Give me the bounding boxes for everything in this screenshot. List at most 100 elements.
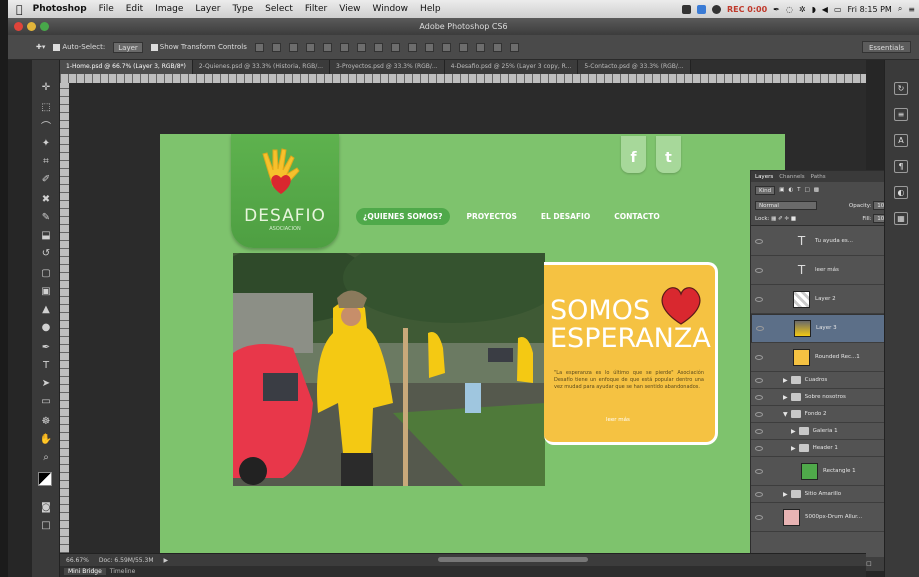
visibility-eye-icon[interactable]: [755, 377, 763, 383]
menu-help[interactable]: Help: [420, 4, 441, 14]
expand-arrow-icon[interactable]: ▶: [791, 428, 796, 435]
distribute-right-icon[interactable]: [441, 42, 451, 52]
properties-panel-icon[interactable]: ≡: [894, 108, 908, 121]
eraser-tool-icon[interactable]: ▢: [38, 266, 54, 280]
3d-tool-icon[interactable]: ☸: [38, 414, 54, 428]
shape-tool-icon[interactable]: ▭: [38, 394, 54, 408]
website-artboard[interactable]: DESAFIO ASOCIACION f t ¿QUIENES SOMOS? P…: [160, 134, 785, 556]
visibility-eye-icon[interactable]: [755, 514, 763, 520]
menu-image[interactable]: Image: [155, 4, 183, 14]
layer-row[interactable]: Rounded Rec...1: [751, 343, 901, 372]
visibility-eye-icon[interactable]: [755, 267, 763, 273]
visibility-eye-icon[interactable]: [755, 468, 763, 474]
history-brush-tool-icon[interactable]: ↺: [38, 246, 54, 260]
align-bottom-icon[interactable]: [288, 42, 298, 52]
layer-row[interactable]: Rectangle 1: [751, 457, 901, 486]
tab-layers[interactable]: Layers: [755, 174, 773, 180]
align-right-icon[interactable]: [339, 42, 349, 52]
zoom-level[interactable]: 66.67%: [66, 557, 89, 564]
dropbox-icon[interactable]: [696, 4, 706, 14]
filter-adjust-icon[interactable]: ◐: [788, 187, 793, 193]
menu-edit[interactable]: Edit: [126, 4, 143, 14]
show-transform-checkbox[interactable]: Show Transform Controls: [150, 43, 247, 51]
horizontal-scrollbar[interactable]: [438, 557, 588, 562]
auto-align-icon[interactable]: [458, 42, 468, 52]
doc-tab-quienes[interactable]: 2-Quienes.psd @ 33.3% (Historia, RGB/...: [192, 60, 330, 74]
3d-roll-icon[interactable]: [509, 42, 519, 52]
twitter-icon[interactable]: t: [656, 136, 681, 173]
status-app-icon[interactable]: [681, 4, 691, 14]
dodge-tool-icon[interactable]: ●: [38, 320, 54, 334]
visibility-eye-icon[interactable]: [755, 428, 763, 434]
layer-row[interactable]: T Tu ayuda es...: [751, 227, 901, 256]
lock-all-icon[interactable]: ■: [791, 216, 796, 222]
layer-row[interactable]: 5000px-Drum Allur...: [751, 503, 901, 532]
color-panel-icon[interactable]: ◐: [894, 186, 908, 199]
horizontal-ruler[interactable]: [60, 74, 866, 83]
healing-brush-tool-icon[interactable]: ✖: [38, 192, 54, 206]
clock[interactable]: Fri 8:15 PM: [848, 5, 892, 14]
expand-arrow-icon[interactable]: ▶: [783, 377, 788, 384]
nav-proyectos[interactable]: PROYECTOS: [460, 208, 524, 225]
tab-channels[interactable]: Channels: [779, 174, 804, 180]
blend-mode-dropdown[interactable]: Normal: [755, 200, 817, 210]
menu-type[interactable]: Type: [232, 4, 253, 14]
align-center-icon[interactable]: [322, 42, 332, 52]
nav-contacto[interactable]: CONTACTO: [607, 208, 667, 225]
tab-timeline[interactable]: Timeline: [110, 568, 136, 575]
wifi-icon[interactable]: ◗: [812, 5, 816, 14]
crop-tool-icon[interactable]: ⌗: [38, 154, 54, 168]
visibility-eye-icon[interactable]: [755, 445, 763, 451]
paragraph-panel-icon[interactable]: ¶: [894, 160, 908, 173]
visibility-eye-icon[interactable]: [755, 394, 763, 400]
distribute-center-icon[interactable]: [424, 42, 434, 52]
filter-pixel-icon[interactable]: ▣: [779, 187, 784, 193]
menu-app-photoshop[interactable]: Photoshop: [33, 4, 87, 14]
3d-rotate-icon[interactable]: [492, 42, 502, 52]
brush-tool-icon[interactable]: ✎: [38, 210, 54, 224]
swatches-panel-icon[interactable]: ▦: [894, 212, 908, 225]
layer-group-row[interactable]: ▶ Sobre nosotros: [751, 389, 901, 406]
lasso-tool-icon[interactable]: ⌒: [38, 118, 54, 133]
doc-tab-contacto[interactable]: 5-Contacto.psd @ 33.3% (RGB/...: [578, 60, 691, 74]
menu-view[interactable]: View: [339, 4, 360, 14]
sync-icon[interactable]: ◌: [786, 5, 793, 14]
expand-arrow-icon[interactable]: ▶: [791, 445, 796, 452]
visibility-eye-icon[interactable]: [755, 411, 763, 417]
zoom-tool-icon[interactable]: ⌕: [38, 450, 54, 464]
marquee-tool-icon[interactable]: ⬚: [38, 100, 54, 114]
blur-tool-icon[interactable]: ▲: [38, 302, 54, 316]
doc-size[interactable]: Doc: 6.59M/55.3M: [99, 557, 154, 564]
layer-row-selected[interactable]: Layer 3: [751, 314, 901, 343]
history-panel-icon[interactable]: ↻: [894, 82, 908, 95]
layer-group-row[interactable]: ▶ Cuadros: [751, 372, 901, 389]
color-swatches-icon[interactable]: [38, 472, 52, 486]
filter-smart-icon[interactable]: ▩: [814, 187, 819, 193]
expand-arrow-icon[interactable]: ▶: [783, 394, 788, 401]
character-panel-icon[interactable]: A: [894, 134, 908, 147]
status-arrow-icon[interactable]: ▶: [164, 557, 169, 564]
menu-filter[interactable]: Filter: [305, 4, 327, 14]
distribute-left-icon[interactable]: [407, 42, 417, 52]
hero-photo[interactable]: [233, 253, 545, 486]
facebook-icon[interactable]: f: [621, 136, 646, 173]
align-left-icon[interactable]: [305, 42, 315, 52]
gradient-tool-icon[interactable]: ▣: [38, 284, 54, 298]
quick-select-tool-icon[interactable]: ✦: [38, 136, 54, 150]
workspace-switcher[interactable]: Essentials: [861, 41, 911, 53]
3d-mode-icon[interactable]: [475, 42, 485, 52]
auto-select-checkbox[interactable]: Auto-Select:: [53, 43, 105, 51]
battery-icon[interactable]: ▭: [834, 5, 842, 14]
pen-tool-icon[interactable]: ✒: [38, 340, 54, 354]
vertical-ruler[interactable]: [60, 83, 69, 553]
tab-mini-bridge[interactable]: Mini Bridge: [64, 568, 106, 575]
visibility-eye-icon[interactable]: [755, 491, 763, 497]
minimize-window-icon[interactable]: [27, 22, 36, 31]
screen-mode-icon[interactable]: □: [38, 518, 54, 532]
move-tool-preset-icon[interactable]: ✚▾: [36, 43, 45, 51]
menu-layer[interactable]: Layer: [195, 4, 220, 14]
notification-icon[interactable]: ≡: [908, 5, 915, 14]
layer-row[interactable]: Layer 2: [751, 285, 901, 314]
close-window-icon[interactable]: [14, 22, 23, 31]
lock-pixels-icon[interactable]: ▦: [771, 216, 776, 222]
